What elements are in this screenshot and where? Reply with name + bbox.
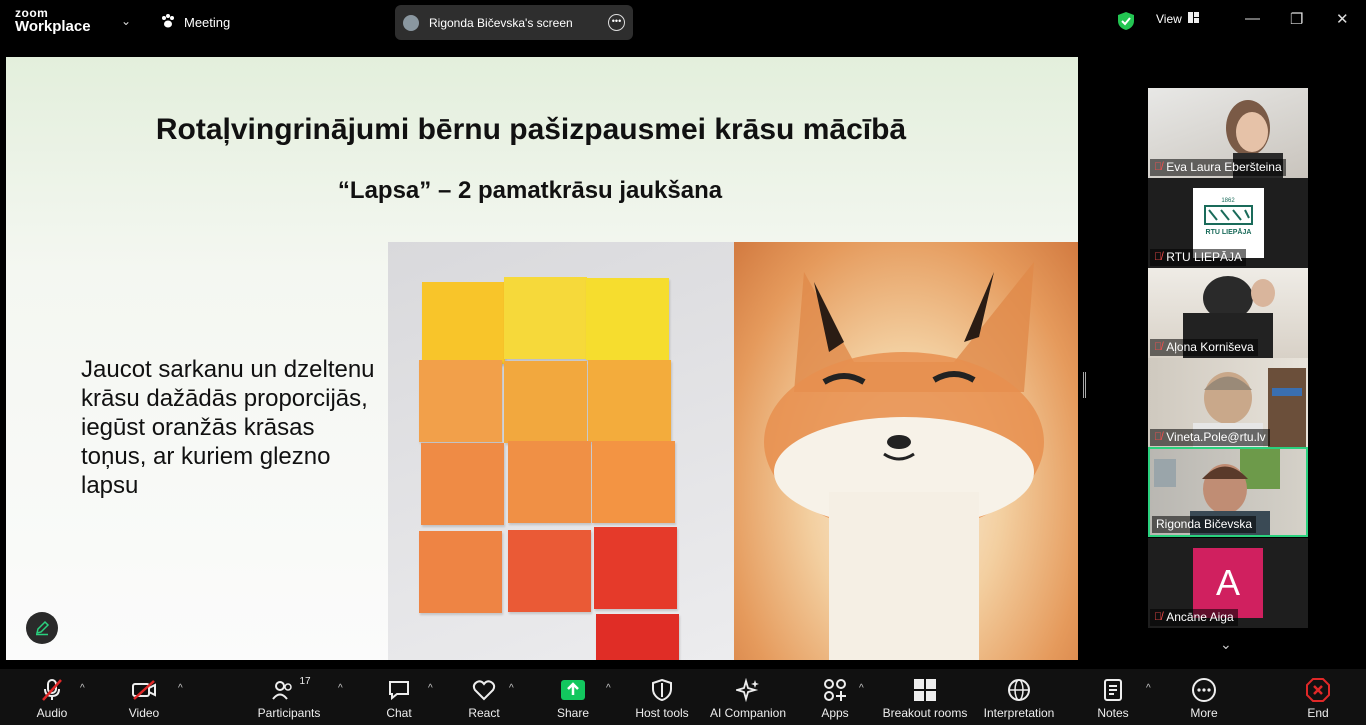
- chat-icon: [380, 677, 418, 703]
- fox-painting-photo: [734, 242, 1078, 660]
- participants-count-badge: 17: [299, 676, 311, 687]
- participant-name-label: 🎙̸ Vineta.Pole@rtu.lv: [1150, 429, 1270, 446]
- participant-name-label: 🎙̸ Aļona Korniševa: [1150, 339, 1258, 356]
- title-bar: zoom Workplace ⌄ Meeting Rigonda Bičevsk…: [0, 0, 1366, 44]
- slide-body-text: Jaucot sarkanu un dzeltenu krāsu dažādās…: [81, 356, 375, 499]
- video-options-caret[interactable]: ^: [178, 683, 183, 694]
- notes-options-caret[interactable]: ^: [1146, 683, 1151, 694]
- rtu-liepaja-logo: 1862 RTU LIEPĀJA: [1193, 188, 1264, 258]
- view-label: View: [1156, 12, 1182, 26]
- slide-subtitle: “Lapsa” – 2 pamatkrāsu jaukšana: [337, 177, 723, 204]
- security-shield-icon[interactable]: [1117, 11, 1135, 31]
- mic-muted-icon: 🎙̸: [1154, 251, 1163, 263]
- breakout-rooms-button[interactable]: Breakout rooms: [882, 677, 968, 720]
- participant-name-label: 🎙̸ Eva Laura Eberšteina: [1150, 159, 1286, 176]
- participant-tile[interactable]: A 🎙̸ Ancāne Aiga: [1148, 538, 1308, 628]
- participant-tile[interactable]: 🎙̸ Vineta.Pole@rtu.lv: [1148, 358, 1308, 448]
- participant-tile-active-speaker[interactable]: Rigonda Bičevska: [1148, 447, 1308, 537]
- notes-icon: [1094, 677, 1132, 703]
- share-options-caret[interactable]: ^: [606, 683, 611, 694]
- participant-tile[interactable]: 🎙̸ Eva Laura Eberšteina: [1148, 88, 1308, 178]
- close-icon[interactable]: ✕: [1336, 10, 1349, 28]
- ai-companion-button[interactable]: AI Companion: [708, 677, 788, 720]
- mic-muted-icon: 🎙̸: [1154, 161, 1163, 173]
- apps-options-caret[interactable]: ^: [859, 683, 864, 694]
- meeting-label: Meeting: [184, 15, 231, 30]
- zoom-logo: zoom Workplace: [15, 6, 91, 34]
- meeting-toolbar: Audio ^ Video ^ 17 Participants ^ Chat ^…: [0, 669, 1366, 725]
- react-options-caret[interactable]: ^: [509, 683, 514, 694]
- restore-icon[interactable]: ❐: [1290, 10, 1303, 28]
- participants-icon: 17: [256, 676, 322, 703]
- svg-text:1862: 1862: [1221, 198, 1235, 204]
- sparkle-icon: [708, 677, 788, 703]
- participant-tile[interactable]: 🎙̸ Aļona Korniševa: [1148, 268, 1308, 358]
- slide-title: Rotaļvingrinājumi bērnu pašizpausmei krā…: [155, 113, 907, 146]
- host-tools-button[interactable]: Host tools: [632, 677, 692, 720]
- chat-options-caret[interactable]: ^: [428, 683, 433, 694]
- minimize-icon[interactable]: —: [1245, 10, 1260, 27]
- video-button[interactable]: Video: [122, 677, 166, 720]
- grid-view-icon: [1187, 12, 1199, 26]
- more-options-icon[interactable]: •••: [608, 14, 625, 31]
- chat-button[interactable]: Chat: [380, 677, 418, 720]
- brand-line2: Workplace: [15, 18, 91, 35]
- participants-options-caret[interactable]: ^: [338, 683, 343, 694]
- annotate-pencil-button[interactable]: [26, 612, 58, 644]
- more-icon: [1186, 677, 1222, 703]
- notes-button[interactable]: Notes: [1094, 677, 1132, 720]
- presenter-avatar: [403, 14, 419, 31]
- pencil-icon: [35, 620, 50, 636]
- audio-button[interactable]: Audio: [30, 677, 74, 720]
- end-icon: [1300, 677, 1336, 703]
- panel-resize-handle[interactable]: [1083, 372, 1086, 398]
- color-squares-photo: [388, 242, 734, 660]
- participant-name-label: 🎙̸ RTU LIEPĀJA: [1150, 249, 1247, 266]
- video-off-icon: [122, 677, 166, 703]
- view-menu[interactable]: View: [1156, 12, 1199, 26]
- share-button[interactable]: Share: [552, 677, 594, 720]
- participant-name-label: Rigonda Bičevska: [1152, 516, 1257, 533]
- shield-icon: [632, 677, 692, 703]
- mic-muted-icon: 🎙̸: [1154, 341, 1163, 353]
- react-button[interactable]: React: [464, 677, 504, 720]
- shared-screen: Rotaļvingrinājumi bērnu pašizpausmei krā…: [6, 57, 1078, 660]
- paw-icon: [160, 13, 176, 32]
- heart-icon: [464, 677, 504, 703]
- interpretation-button[interactable]: Interpretation: [982, 677, 1056, 720]
- mic-muted-icon: 🎙̸: [1154, 431, 1163, 443]
- screen-share-indicator[interactable]: Rigonda Bičevska's screen •••: [395, 5, 633, 40]
- logo-text: RTU LIEPĀJA: [1205, 229, 1252, 236]
- share-screen-icon: [552, 677, 594, 703]
- audio-options-caret[interactable]: ^: [80, 683, 85, 694]
- apps-button[interactable]: Apps: [816, 677, 854, 720]
- avatar: A: [1193, 548, 1263, 618]
- mic-muted-icon: 🎙̸: [1154, 611, 1163, 623]
- chevron-down-icon[interactable]: ⌄: [121, 14, 131, 28]
- mic-muted-icon: [30, 677, 74, 703]
- end-meeting-button[interactable]: End: [1300, 677, 1336, 720]
- participants-button[interactable]: 17 Participants: [256, 676, 322, 720]
- breakout-rooms-icon: [882, 677, 968, 703]
- globe-icon: [982, 677, 1056, 703]
- participant-name-label: 🎙̸ Ancāne Aiga: [1150, 609, 1238, 626]
- meeting-menu[interactable]: Meeting: [160, 13, 230, 32]
- participant-tile[interactable]: 1862 RTU LIEPĀJA 🎙̸ RTU LIEPĀJA: [1148, 178, 1308, 268]
- screen-label: Rigonda Bičevska's screen: [429, 15, 573, 30]
- scroll-down-chevron-icon[interactable]: ⌄: [1220, 636, 1232, 653]
- apps-icon: [816, 677, 854, 703]
- more-button[interactable]: More: [1186, 677, 1222, 720]
